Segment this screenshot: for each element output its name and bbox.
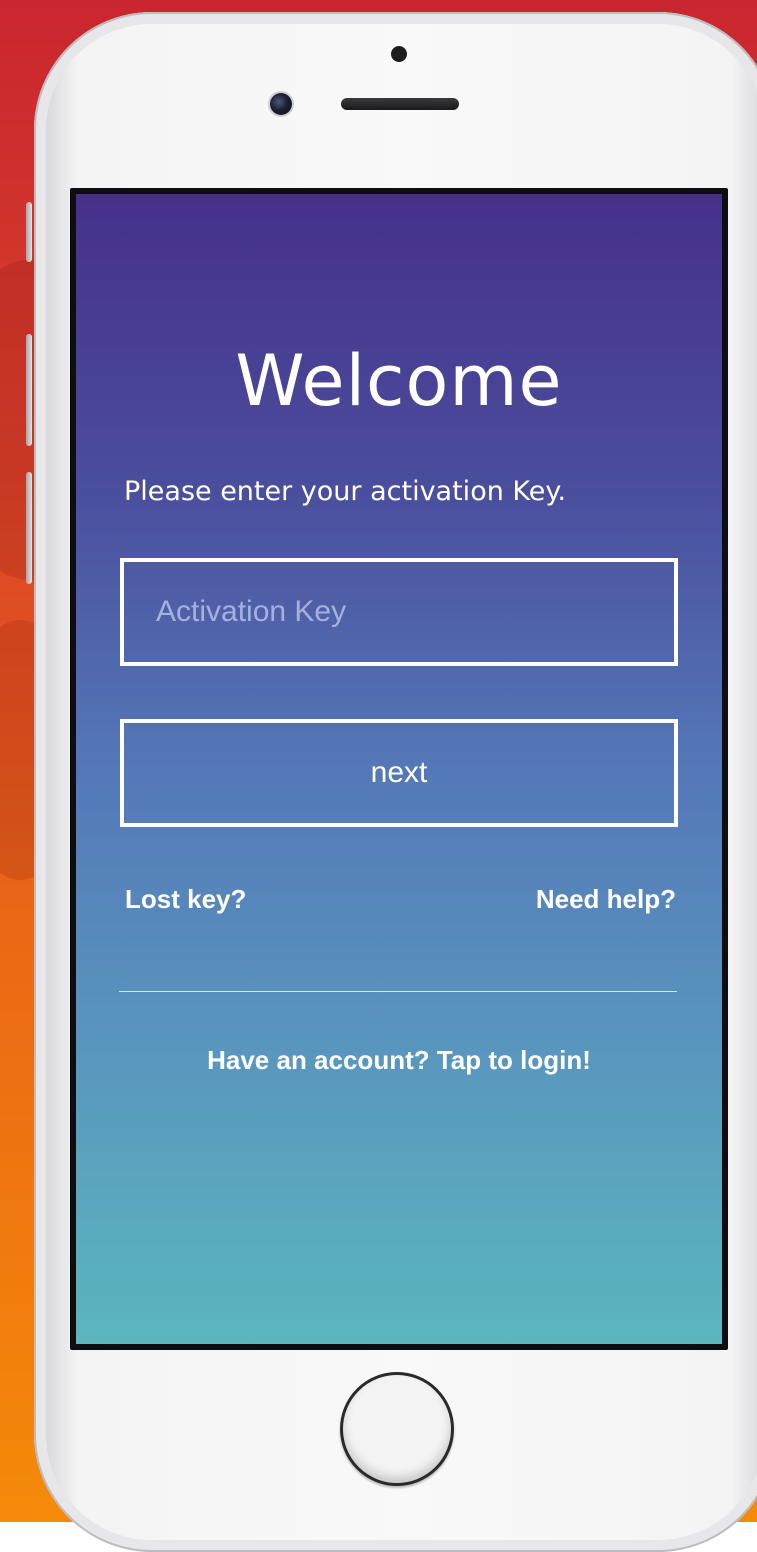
need-help-link[interactable]: Need help? [536,884,676,915]
lost-key-link[interactable]: Lost key? [125,884,246,915]
activation-key-input[interactable] [124,562,674,662]
page-title: Welcome [235,340,563,422]
activation-key-field[interactable] [120,558,678,666]
next-button[interactable]: next [120,719,678,827]
home-button-icon[interactable] [340,1372,454,1486]
app-screen: Welcome Please enter your activation Key… [76,194,722,1344]
login-link[interactable]: Have an account? Tap to login! [76,1045,722,1076]
phone-side-button [26,472,32,584]
divider [119,991,677,992]
front-camera-icon [270,93,292,115]
phone-side-button [26,334,32,446]
sensor-dot-icon [391,46,407,62]
phone-side-button [26,202,32,262]
speaker-grille-icon [341,98,459,110]
instruction-text: Please enter your activation Key. [124,476,567,507]
